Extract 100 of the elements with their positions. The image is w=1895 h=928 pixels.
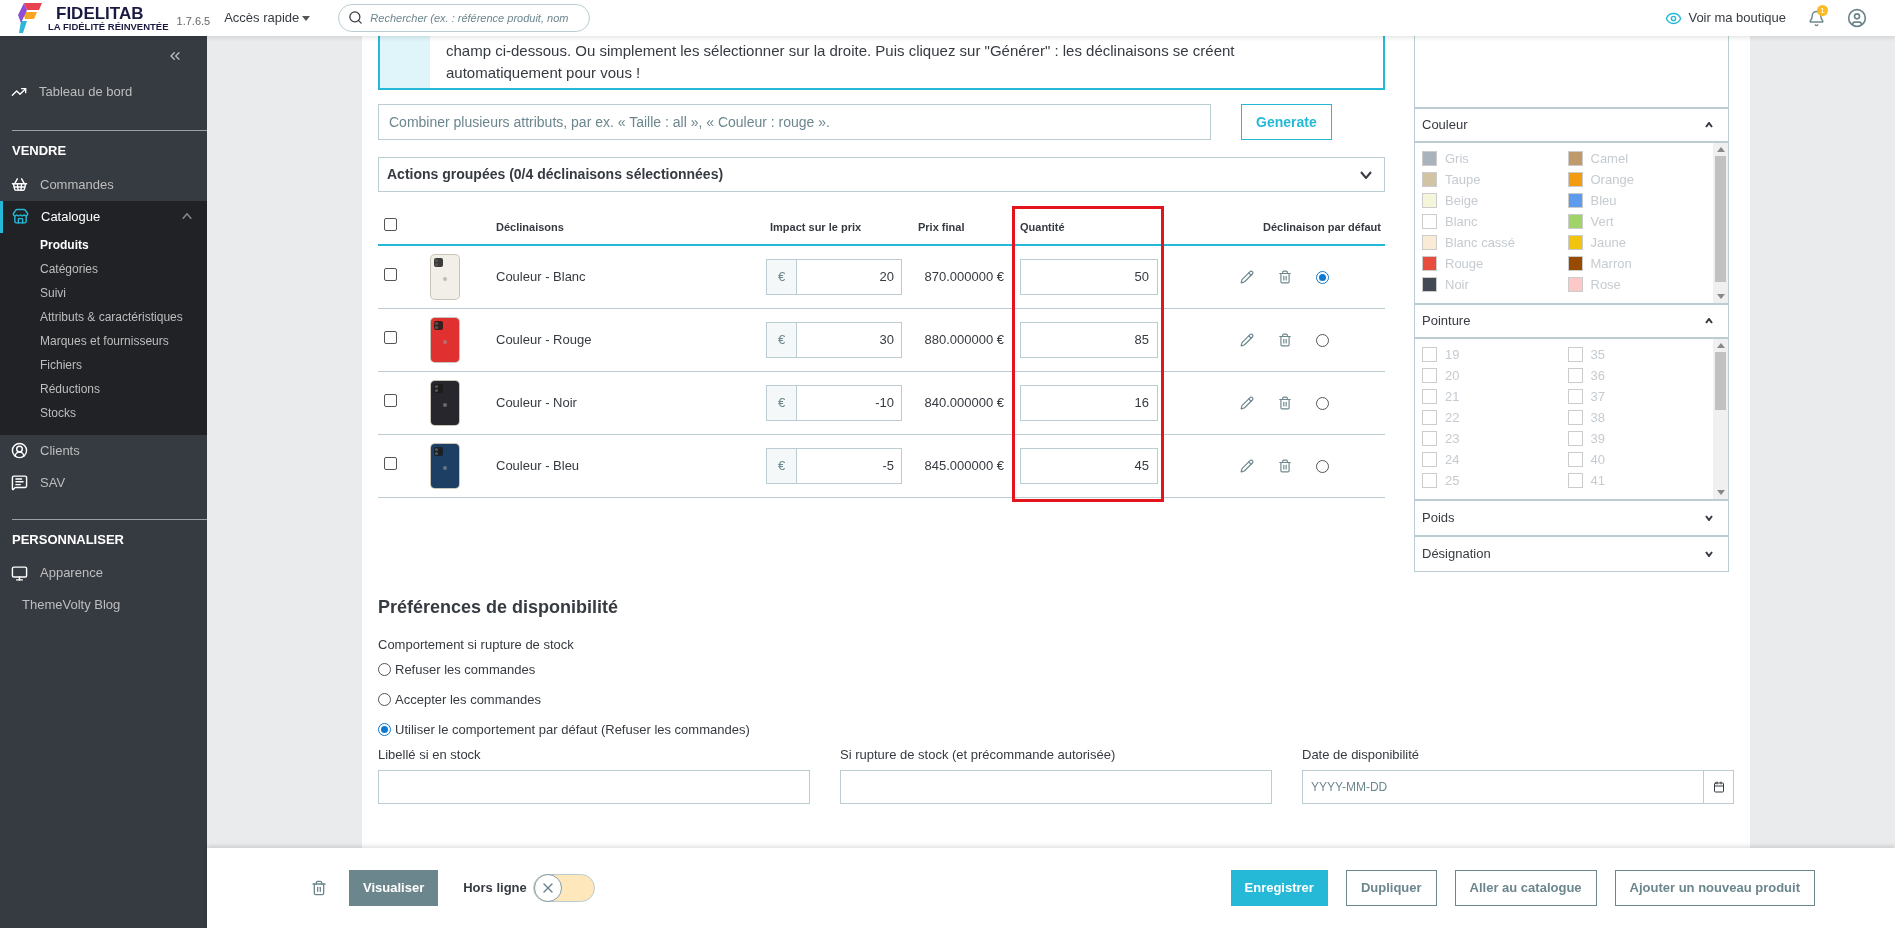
edit-icon[interactable]: [1240, 396, 1254, 410]
price-impact-field[interactable]: € -5: [766, 448, 902, 484]
size-checkbox[interactable]: [1422, 431, 1437, 446]
edit-icon[interactable]: [1240, 333, 1254, 347]
color-swatch[interactable]: [1567, 214, 1583, 229]
column-header: Déclinaison par défaut: [1262, 219, 1382, 235]
delete-icon[interactable]: [1278, 333, 1292, 347]
date-field[interactable]: YYYY-MM-DD: [1302, 770, 1704, 804]
submenu-item[interactable]: Marques et fournisseurs: [0, 328, 207, 353]
size-checkbox[interactable]: [1422, 389, 1437, 404]
submenu-item[interactable]: Suivi: [0, 280, 207, 305]
default-radio[interactable]: [1316, 459, 1329, 473]
size-checkbox[interactable]: [1422, 473, 1437, 488]
attribute-combination-field[interactable]: Combiner plusieurs attributs, par ex. « Taille : all », « Couleur : rouge ».: [378, 104, 1211, 140]
action-button[interactable]: Ajouter un nouveau produit: [1614, 870, 1815, 906]
scroll-down-icon[interactable]: [1716, 490, 1725, 495]
edit-icon[interactable]: [1240, 270, 1254, 284]
quantity-field[interactable]: 16: [1020, 385, 1158, 421]
scrollbar[interactable]: [1713, 339, 1728, 499]
quick-access-menu[interactable]: Accès rapide: [224, 8, 311, 28]
default-radio[interactable]: [1316, 333, 1329, 347]
search-field[interactable]: Rechercher (ex. : référence produit, nom: [338, 4, 591, 32]
default-radio[interactable]: [1316, 396, 1329, 410]
sidebar-item[interactable]: ThemeVolty Blog: [0, 589, 207, 621]
price-impact-field[interactable]: € 20: [766, 259, 902, 295]
online-toggle[interactable]: [532, 874, 595, 902]
scrollbar[interactable]: [1713, 143, 1728, 303]
size-checkbox[interactable]: [1567, 452, 1583, 467]
action-button[interactable]: Dupliquer: [1345, 870, 1437, 906]
filter-option: 20: [1445, 365, 1460, 386]
size-checkbox[interactable]: [1567, 431, 1583, 446]
color-swatch[interactable]: [1422, 235, 1437, 250]
row-checkbox[interactable]: [384, 457, 397, 471]
color-swatch[interactable]: [1567, 151, 1583, 166]
color-swatch[interactable]: [1422, 214, 1437, 229]
row-checkbox[interactable]: [384, 394, 397, 408]
filter-header[interactable]: Poids: [1415, 499, 1728, 535]
filter-header[interactable]: Couleur: [1415, 107, 1728, 143]
sidebar-item[interactable]: Catalogue: [0, 200, 207, 233]
color-swatch[interactable]: [1567, 193, 1583, 208]
size-checkbox[interactable]: [1422, 410, 1437, 425]
quantity-field[interactable]: 45: [1020, 448, 1158, 484]
delete-icon[interactable]: [1278, 459, 1292, 473]
submenu-item[interactable]: Catégories: [0, 256, 207, 281]
color-swatch[interactable]: [1422, 172, 1437, 187]
color-swatch[interactable]: [1422, 256, 1437, 271]
edit-icon[interactable]: [1240, 459, 1254, 473]
filter-header[interactable]: Désignation: [1415, 535, 1728, 571]
radio-button[interactable]: [378, 723, 391, 736]
user-icon[interactable]: [1847, 8, 1867, 28]
select-all-checkbox[interactable]: [384, 218, 397, 232]
sidebar-item[interactable]: Clients: [0, 434, 207, 467]
view-shop-link[interactable]: Voir ma boutique: [1665, 8, 1786, 28]
color-swatch[interactable]: [1422, 277, 1437, 292]
size-checkbox[interactable]: [1567, 347, 1583, 362]
color-swatch[interactable]: [1422, 151, 1437, 166]
radio-button[interactable]: [378, 693, 391, 706]
scroll-up-icon[interactable]: [1716, 147, 1725, 152]
action-button[interactable]: Aller au catalogue: [1454, 870, 1597, 906]
scroll-down-icon[interactable]: [1716, 294, 1725, 299]
submenu-item[interactable]: Produits: [0, 232, 207, 257]
size-checkbox[interactable]: [1567, 473, 1583, 488]
quantity-field[interactable]: 50: [1020, 259, 1158, 295]
sidebar-item[interactable]: Commandes: [0, 168, 207, 201]
radio-button[interactable]: [378, 663, 391, 676]
delete-icon[interactable]: [1278, 270, 1292, 284]
quantity-field[interactable]: 85: [1020, 322, 1158, 358]
color-swatch[interactable]: [1567, 277, 1583, 292]
input-field[interactable]: [378, 770, 810, 804]
size-checkbox[interactable]: [1422, 368, 1437, 383]
price-impact-field[interactable]: € -10: [766, 385, 902, 421]
delete-icon[interactable]: [1278, 396, 1292, 410]
field-label: Libellé si en stock: [378, 745, 482, 764]
color-swatch[interactable]: [1567, 256, 1583, 271]
size-checkbox[interactable]: [1567, 389, 1583, 404]
row-checkbox[interactable]: [384, 331, 397, 345]
color-swatch[interactable]: [1567, 172, 1583, 187]
submenu-item[interactable]: Fichiers: [0, 352, 207, 377]
size-checkbox[interactable]: [1422, 452, 1437, 467]
preview-button[interactable]: Visualiser: [349, 870, 439, 906]
default-radio[interactable]: [1316, 270, 1329, 284]
submenu-item[interactable]: Attributs & caractéristiques: [0, 304, 207, 329]
sidebar-item[interactable]: Tableau de bord: [0, 74, 207, 110]
size-checkbox[interactable]: [1567, 410, 1583, 425]
color-swatch[interactable]: [1567, 235, 1583, 250]
submenu-item[interactable]: Stocks: [0, 400, 207, 425]
scroll-up-icon[interactable]: [1716, 343, 1725, 348]
price-impact-field[interactable]: € 30: [766, 322, 902, 358]
delete-icon[interactable]: [311, 880, 327, 896]
color-swatch[interactable]: [1422, 193, 1437, 208]
bulk-actions-bar[interactable]: Actions groupées (0/4 déclinaisons sélectionnées): [378, 157, 1385, 192]
submenu-item[interactable]: Réductions: [0, 376, 207, 401]
sidebar-item[interactable]: Apparence: [0, 557, 207, 589]
filter-header[interactable]: Pointure: [1415, 303, 1728, 339]
calendar-button[interactable]: [1704, 770, 1734, 804]
row-checkbox[interactable]: [384, 268, 397, 282]
size-checkbox[interactable]: [1422, 347, 1437, 362]
sidebar-item[interactable]: SAV: [0, 466, 207, 499]
size-checkbox[interactable]: [1567, 368, 1583, 383]
input-field[interactable]: [840, 770, 1272, 804]
